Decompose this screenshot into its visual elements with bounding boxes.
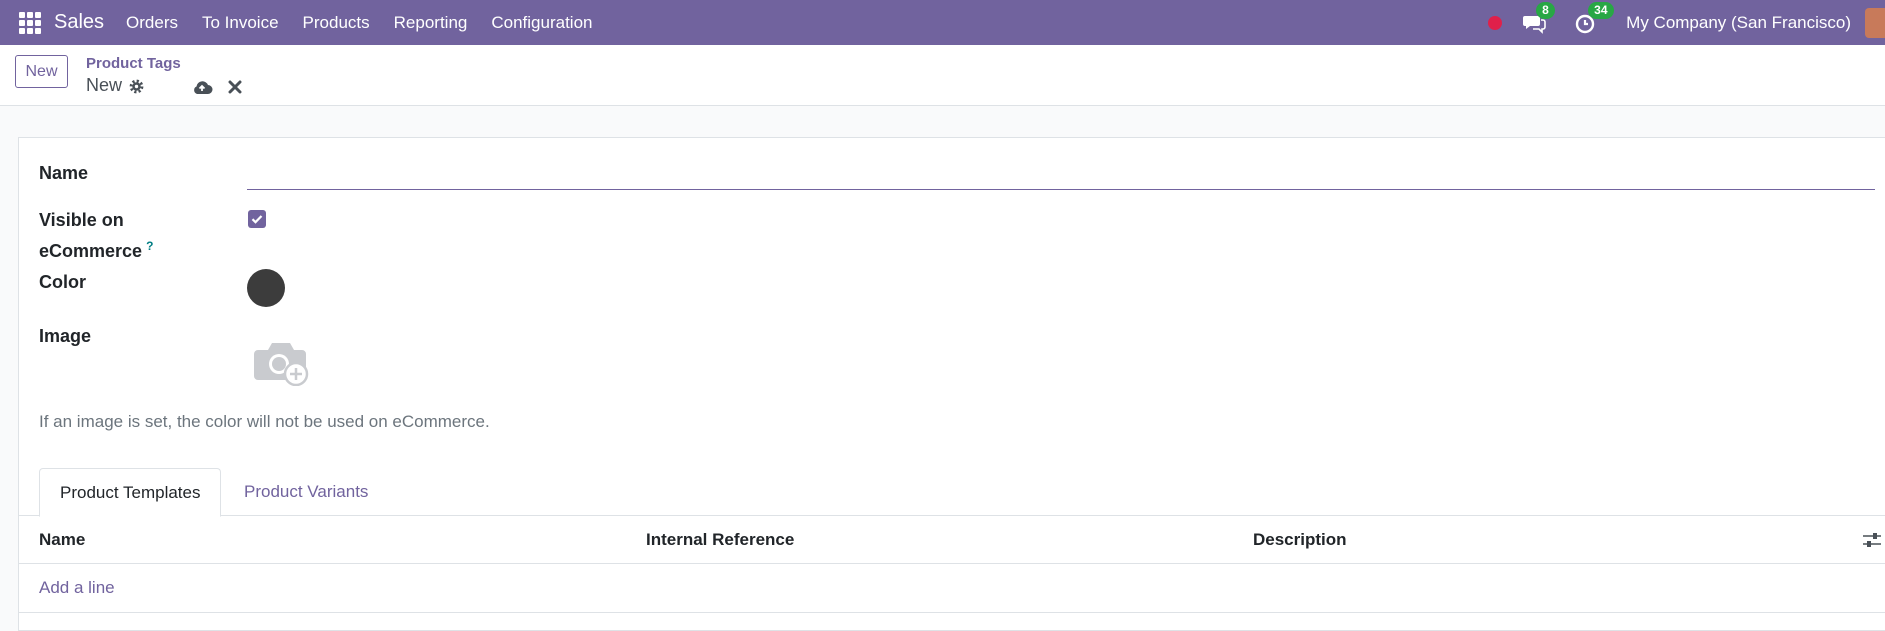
- form-sheet: Name Visible on eCommerce? Color Image I…: [18, 137, 1885, 631]
- add-a-line-link[interactable]: Add a line: [39, 575, 115, 601]
- gear-icon[interactable]: [128, 78, 145, 95]
- discard-close-icon[interactable]: [228, 80, 242, 94]
- top-navbar: Sales Orders To Invoice Products Reporti…: [0, 0, 1885, 45]
- menu-to-invoice[interactable]: To Invoice: [202, 13, 279, 33]
- control-panel: New Product Tags New: [0, 45, 1885, 106]
- name-input[interactable]: [247, 162, 1875, 190]
- column-name[interactable]: Name: [39, 516, 85, 564]
- breadcrumb-product-tags[interactable]: Product Tags: [86, 55, 181, 72]
- checkmark-icon: [251, 215, 263, 224]
- new-button[interactable]: New: [15, 55, 68, 88]
- company-switcher[interactable]: My Company (San Francisco): [1626, 13, 1851, 33]
- column-internal-reference[interactable]: Internal Reference: [646, 516, 794, 564]
- menu-orders[interactable]: Orders: [126, 13, 178, 33]
- color-label: Color: [39, 272, 86, 292]
- help-tooltip-icon[interactable]: ?: [146, 239, 153, 253]
- messages-icon[interactable]: 8: [1522, 1, 1555, 35]
- messages-count-badge: 8: [1536, 1, 1555, 19]
- image-color-hint: If an image is set, the color will not b…: [39, 412, 490, 431]
- activities-clock-icon[interactable]: 34: [1574, 1, 1614, 35]
- menu-reporting[interactable]: Reporting: [394, 13, 468, 33]
- notebook-tabs: Product Templates Product Variants: [19, 468, 1885, 517]
- visible-on-ecommerce-text: Visible on eCommerce: [39, 210, 143, 261]
- table-header: Name Internal Reference Description: [19, 516, 1885, 564]
- optional-columns-icon[interactable]: [1862, 532, 1882, 548]
- recording-indicator-icon[interactable]: [1488, 15, 1503, 30]
- app-name[interactable]: Sales: [54, 11, 104, 34]
- tab-product-variants[interactable]: Product Variants: [224, 468, 388, 517]
- column-description[interactable]: Description: [1253, 516, 1347, 564]
- tab-product-templates[interactable]: Product Templates: [39, 468, 222, 517]
- visible-on-ecommerce-checkbox[interactable]: [248, 210, 266, 228]
- camera-add-icon[interactable]: [252, 336, 310, 386]
- app-grid-icon[interactable]: [19, 11, 41, 34]
- breadcrumb-current: New: [86, 75, 123, 95]
- image-label: Image: [39, 326, 92, 346]
- table-row-divider: [19, 612, 1885, 613]
- menu-products[interactable]: Products: [303, 13, 370, 33]
- activities-count-badge: 34: [1588, 1, 1614, 19]
- color-picker[interactable]: [247, 269, 285, 307]
- visible-on-ecommerce-label: Visible on eCommerce?: [39, 207, 159, 264]
- name-label: Name: [39, 163, 89, 183]
- user-avatar[interactable]: [1865, 7, 1885, 38]
- save-cloud-icon[interactable]: [191, 79, 213, 95]
- menu-configuration[interactable]: Configuration: [491, 13, 592, 33]
